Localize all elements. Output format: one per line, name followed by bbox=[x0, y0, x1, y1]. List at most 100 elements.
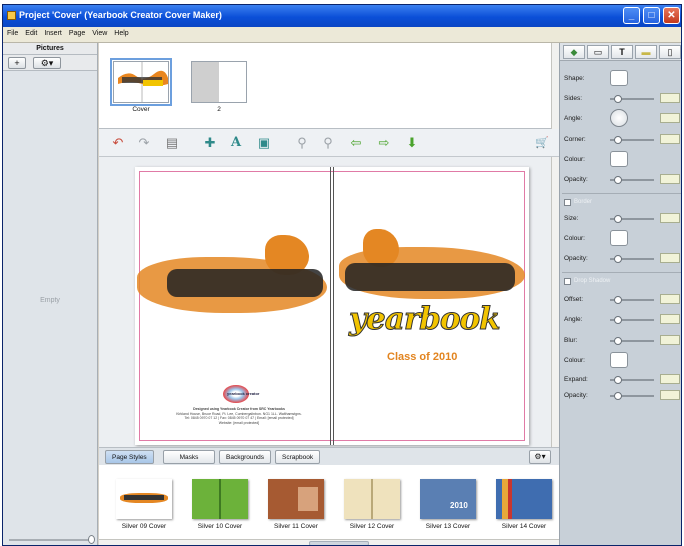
maximize-button[interactable]: □ bbox=[643, 7, 660, 24]
style-thumb-silver-11 bbox=[268, 479, 324, 519]
zoom-in-icon[interactable]: ⚲ bbox=[319, 135, 337, 151]
blur-slider[interactable] bbox=[610, 337, 654, 345]
style-label: Silver 09 Cover bbox=[121, 523, 167, 530]
border-colour-label: Colour: bbox=[564, 235, 585, 242]
size-slider[interactable] bbox=[610, 215, 654, 223]
angle-value[interactable] bbox=[660, 113, 680, 123]
page-label-cover: Cover bbox=[132, 106, 150, 113]
tab-masks[interactable]: Masks bbox=[163, 450, 215, 464]
shadow-colour-swatch[interactable] bbox=[610, 352, 628, 368]
add-picture-icon[interactable]: ✚ bbox=[201, 135, 219, 151]
menu-insert[interactable]: Insert bbox=[40, 27, 65, 37]
menu-edit[interactable]: Edit bbox=[21, 27, 40, 37]
shadow-checkbox[interactable] bbox=[564, 278, 571, 285]
size-value[interactable] bbox=[660, 213, 680, 223]
delete-icon[interactable]: ▤ bbox=[163, 135, 181, 151]
cart-icon[interactable]: 🛒 bbox=[533, 135, 551, 151]
size-label: Size: bbox=[564, 215, 579, 222]
thumbnail-size-slider[interactable] bbox=[9, 535, 95, 544]
corner-value[interactable] bbox=[660, 134, 680, 144]
slider-knob[interactable] bbox=[88, 535, 95, 544]
opacity-slider[interactable] bbox=[610, 176, 654, 184]
properties-tabs: ◆ ▭ T ▬ ▯ bbox=[560, 43, 681, 61]
style-item[interactable]: Silver 14 Cover bbox=[495, 479, 553, 530]
page-tab-icon[interactable]: ▯ bbox=[659, 45, 681, 59]
blur-label: Blur: bbox=[564, 337, 578, 344]
page-thumb-cover[interactable] bbox=[110, 58, 172, 106]
shape-tab-icon[interactable]: ◆ bbox=[563, 45, 585, 59]
pictures-tools: + ⚙▾ bbox=[3, 55, 97, 71]
tab-backgrounds[interactable]: Backgrounds bbox=[219, 450, 271, 464]
forward-arrow-icon[interactable]: ⇨ bbox=[375, 135, 393, 151]
redo-icon[interactable]: ↷ bbox=[135, 135, 153, 151]
frame-tab-icon[interactable]: ▭ bbox=[587, 45, 609, 59]
styles-scrollbar[interactable] bbox=[99, 539, 559, 545]
pictures-gear-button[interactable]: ⚙▾ bbox=[33, 57, 61, 69]
shadow-angle-label: Angle: bbox=[564, 316, 583, 323]
menu-view[interactable]: View bbox=[88, 27, 110, 37]
offset-slider[interactable] bbox=[610, 296, 654, 304]
close-button[interactable]: ✕ bbox=[663, 7, 680, 24]
shadow-angle-value[interactable] bbox=[660, 314, 680, 324]
right-paint-plume bbox=[363, 229, 399, 267]
menu-page[interactable]: Page bbox=[65, 27, 88, 37]
sides-label: Sides: bbox=[564, 95, 583, 102]
shape-picker[interactable] bbox=[610, 70, 628, 86]
border-opacity-value[interactable] bbox=[660, 253, 680, 263]
shadow-opacity-slider[interactable] bbox=[610, 392, 654, 400]
style-item[interactable]: Silver 11 Cover bbox=[267, 479, 325, 530]
offset-value[interactable] bbox=[660, 294, 680, 304]
corner-slider[interactable] bbox=[610, 136, 654, 144]
border-opacity-label: Opacity: bbox=[564, 255, 588, 262]
library-tabs: Page Styles Masks Backgrounds Scrapbook … bbox=[99, 447, 559, 465]
blur-value[interactable] bbox=[660, 335, 680, 345]
style-label: Silver 11 Cover bbox=[274, 523, 318, 530]
add-picture-button[interactable]: + bbox=[8, 57, 26, 69]
opacity-value[interactable] bbox=[660, 174, 680, 184]
canvas-scrollbar[interactable] bbox=[551, 157, 559, 447]
sides-value[interactable] bbox=[660, 93, 680, 103]
zoom-out-icon[interactable]: ⚲ bbox=[293, 135, 311, 151]
download-icon[interactable]: ⬇ bbox=[403, 135, 421, 151]
shadow-opacity-value[interactable] bbox=[660, 390, 680, 400]
undo-icon[interactable]: ↶ bbox=[109, 135, 127, 151]
style-item[interactable]: Silver 09 Cover bbox=[115, 479, 173, 530]
menu-file[interactable]: File bbox=[3, 27, 21, 37]
expand-value[interactable] bbox=[660, 374, 680, 384]
colour-swatch[interactable] bbox=[610, 151, 628, 167]
border-colour-swatch[interactable] bbox=[610, 230, 628, 246]
page-label-2: 2 bbox=[217, 106, 221, 113]
shape-label: Shape: bbox=[564, 75, 585, 82]
expand-slider[interactable] bbox=[610, 376, 654, 384]
shadow-angle-slider[interactable] bbox=[610, 316, 654, 324]
tab-page-styles[interactable]: Page Styles bbox=[105, 450, 154, 464]
sides-slider[interactable] bbox=[610, 95, 654, 103]
minimize-button[interactable]: _ bbox=[623, 7, 640, 24]
styles-scroll-thumb[interactable] bbox=[309, 541, 369, 545]
page-thumb-2[interactable] bbox=[191, 61, 247, 103]
add-shape-icon[interactable]: ▣ bbox=[255, 135, 273, 151]
cover-spread[interactable]: yearbook Class of 2010 yearbook creator … bbox=[135, 167, 529, 445]
border-checkbox-label: Border bbox=[574, 199, 593, 205]
publisher-text: Designed using Yearbook Creator from SRC… bbox=[175, 407, 303, 425]
border-checkbox[interactable] bbox=[564, 199, 571, 206]
style-thumb-silver-09 bbox=[116, 479, 172, 519]
add-text-icon[interactable]: A bbox=[227, 135, 245, 151]
opacity-label: Opacity: bbox=[564, 176, 588, 183]
canvas-area: yearbook Class of 2010 yearbook creator … bbox=[99, 157, 559, 447]
tab-scrapbook[interactable]: Scrapbook bbox=[275, 450, 321, 464]
shadow-checkbox-label: Drop Shadow bbox=[574, 278, 611, 284]
style-label: Silver 12 Cover bbox=[349, 523, 395, 530]
window-title: Project 'Cover' (Yearbook Creator Cover … bbox=[19, 10, 222, 20]
style-item[interactable]: Silver 12 Cover bbox=[343, 479, 401, 530]
style-item[interactable]: Silver 10 Cover bbox=[191, 479, 249, 530]
style-item[interactable]: 2010 Silver 13 Cover bbox=[419, 479, 477, 530]
pages-scrollbar[interactable] bbox=[551, 43, 559, 129]
library-gear-button[interactable]: ⚙▾ bbox=[529, 450, 551, 464]
menu-help[interactable]: Help bbox=[110, 27, 131, 37]
border-opacity-slider[interactable] bbox=[610, 255, 654, 263]
back-arrow-icon[interactable]: ⇦ bbox=[347, 135, 365, 151]
ruler-tab-icon[interactable]: ▬ bbox=[635, 45, 657, 59]
angle-dial[interactable] bbox=[610, 109, 628, 127]
text-tab-icon[interactable]: T bbox=[611, 45, 633, 59]
